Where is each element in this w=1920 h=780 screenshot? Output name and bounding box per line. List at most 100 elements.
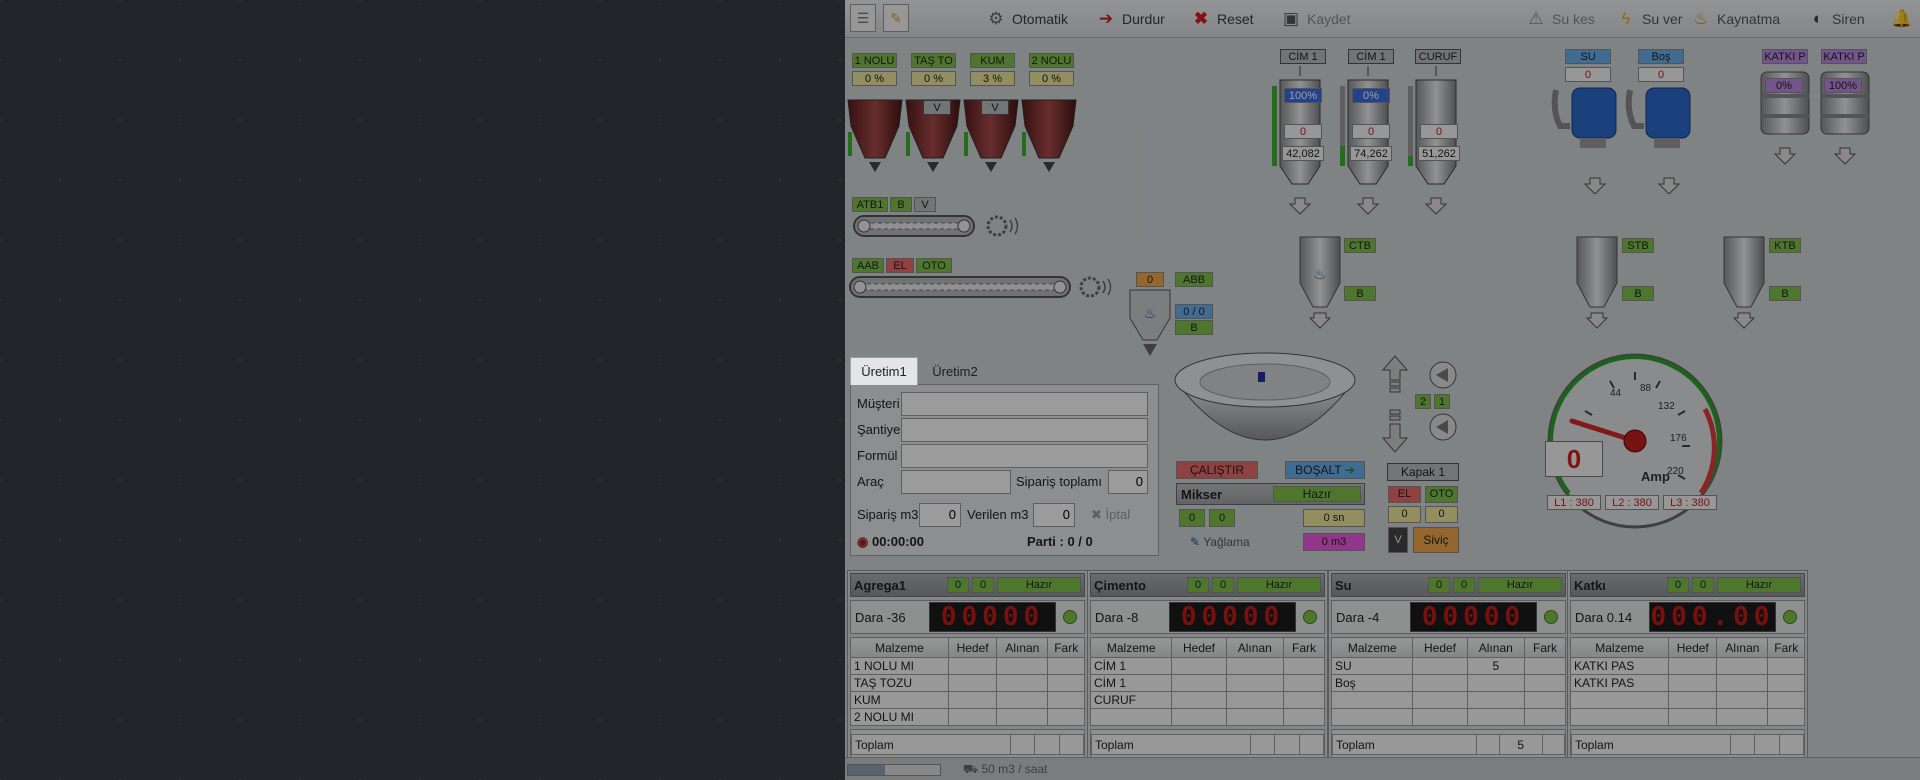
water-off-button[interactable]: ⚠ Su kes (1525, 8, 1594, 30)
truck-icon: ⛟ (963, 762, 979, 776)
tare-button[interactable] (1544, 610, 1558, 624)
mixer-volume: 0 m3 (1303, 533, 1365, 551)
table-cell (1283, 674, 1325, 692)
run-button[interactable]: ÇALIŞTIR (1176, 461, 1258, 479)
table-cell (1668, 708, 1718, 726)
arrow-right-icon: ➔ (1098, 9, 1114, 28)
table-header: Alınan (1225, 637, 1285, 658)
tare-button[interactable] (1783, 610, 1797, 624)
cement-silo-2-kg: 74,262 (1350, 146, 1392, 161)
notes-icon[interactable]: ✎ (883, 4, 909, 32)
table-cell: CİM 1 (1089, 674, 1173, 692)
cancel-button[interactable]: ✖ İptal (1091, 507, 1130, 523)
aggregate-pct-4: 0 % (1029, 71, 1074, 86)
total-cell (1778, 734, 1805, 755)
gear-icon: ⚙ (988, 9, 1004, 28)
water-on-button[interactable]: ϟ Su ver (1615, 8, 1683, 30)
total-cell (1298, 734, 1325, 755)
batch-counter: Parti : 0 / 0 (1027, 534, 1093, 549)
empty-desktop-area (0, 0, 845, 780)
section-total: Toplam (1090, 729, 1325, 759)
additive-tank-1-label: KATKI P (1762, 49, 1808, 64)
gauge-tick-132: 132 (1658, 401, 1675, 412)
total-cell (1476, 734, 1500, 755)
section-status: Hazır (1237, 577, 1321, 593)
order-total-input[interactable]: 0 (1108, 470, 1148, 494)
table-cell (1767, 657, 1805, 675)
table-cell (1171, 674, 1227, 692)
boil-button[interactable]: ♨ Kaynatma (1690, 8, 1780, 30)
table-header: Fark (1767, 637, 1805, 658)
mixer-seconds: 0 sn (1303, 509, 1365, 527)
section-table: Malzeme Hedef Alınan Fark KATKI PAS KATKI PA… (1569, 637, 1805, 726)
production-rate: ⛟ 50 m3 / saat (963, 762, 1048, 776)
tare-button[interactable] (1063, 610, 1077, 624)
table-header: Fark (1524, 637, 1566, 658)
aggregate-pct-3: 3 % (970, 71, 1015, 86)
abb-value: 0 (1136, 272, 1164, 287)
aggregate-label-1: 1 NOLU (852, 53, 897, 68)
table-cell (996, 657, 1049, 675)
bell-button[interactable]: 🔔 (1891, 8, 1913, 30)
formula-input[interactable] (901, 444, 1148, 468)
vehicle-input[interactable] (901, 470, 1011, 494)
order-m3-input[interactable]: 0 (919, 503, 961, 527)
reset-button[interactable]: ✖ Reset (1190, 8, 1254, 30)
section-header: Katkı 0 0 Hazır (1570, 573, 1805, 597)
table-cell (1716, 708, 1769, 726)
table-row: KATKI PAS (1569, 657, 1805, 675)
water-tank-2-value: 0 (1638, 67, 1684, 82)
table-header: Malzeme (1569, 637, 1670, 658)
section-total: Toplam 5 (1331, 729, 1566, 759)
gauge-tick-44: 44 (1610, 388, 1622, 399)
table-row: KUM (850, 691, 1085, 709)
site-input[interactable] (901, 418, 1148, 442)
table-cell (996, 708, 1049, 726)
siren-button[interactable]: ◖ Siren (1805, 8, 1865, 30)
menu-icon[interactable]: ☰ (850, 4, 876, 32)
tab-production-2[interactable]: Üretim2 (921, 359, 989, 385)
mixer-header: Mikser Hazır (1176, 483, 1365, 505)
hopper-1 (847, 99, 903, 172)
tare-button[interactable] (1303, 610, 1317, 624)
table-cell (1668, 691, 1718, 709)
belt2-oto-button[interactable]: OTO (916, 258, 952, 273)
stop-button[interactable]: ➔ Durdur (1095, 8, 1165, 30)
status-bar: ⛟ 50 m3 / saat (845, 757, 1920, 780)
table-row (1089, 708, 1325, 726)
phase-l3: L3 : 380 (1663, 495, 1717, 510)
auto-button[interactable]: ⚙ Otomatik (985, 8, 1068, 30)
table-cell (1716, 691, 1769, 709)
stb-label: STB (1622, 238, 1654, 253)
belt1-v-button[interactable]: V (914, 197, 936, 212)
tab-production-1[interactable]: Üretim1 (850, 357, 918, 385)
hopper-2-valve[interactable]: V (923, 100, 951, 115)
cement-silo-3 (1408, 66, 1457, 215)
delivered-m3-input[interactable]: 0 (1033, 503, 1075, 527)
hopper-3-valve[interactable]: V (981, 100, 1009, 115)
plant-control-window: ☰ ✎ ⚙ Otomatik ➔ Durdur ✖ Reset ▣ Kaydet ⚠ Su… (845, 0, 1920, 780)
cover-el-button[interactable]: EL (1388, 486, 1421, 503)
progress-bar (847, 764, 941, 776)
mixer-status: Hazır (1273, 486, 1361, 502)
amp-value: 0 (1545, 441, 1603, 477)
unload-button[interactable]: BOŞALT ➔ (1285, 461, 1365, 479)
grease-button[interactable]: ✎ Yağlama (1190, 535, 1250, 549)
siren-icon: ◖ (1810, 9, 1822, 28)
table-row: SU 5 (1330, 657, 1566, 675)
save-button[interactable]: ▣ Kaydet (1280, 8, 1351, 30)
cover-oto-button[interactable]: OTO (1425, 486, 1458, 503)
table-cell (1767, 691, 1805, 709)
belt2-el-button[interactable]: EL (886, 258, 914, 273)
ctb-weigh-hopper: ♨ (1299, 236, 1341, 329)
table-cell (1412, 657, 1468, 675)
customer-input[interactable] (901, 392, 1148, 416)
cement-silo-2-label: CİM 1 (1348, 49, 1394, 64)
additive-tank-2-pct: 100% (1824, 78, 1862, 93)
additive-tank-1-pct: 0% (1765, 78, 1803, 93)
table-row (1569, 691, 1805, 709)
cover-v-indicator: V (1388, 527, 1408, 553)
stb-weigh-hopper (1576, 236, 1618, 329)
water-tank-2-label: Boş (1638, 49, 1684, 64)
level-switch[interactable]: Siviç (1413, 527, 1459, 553)
